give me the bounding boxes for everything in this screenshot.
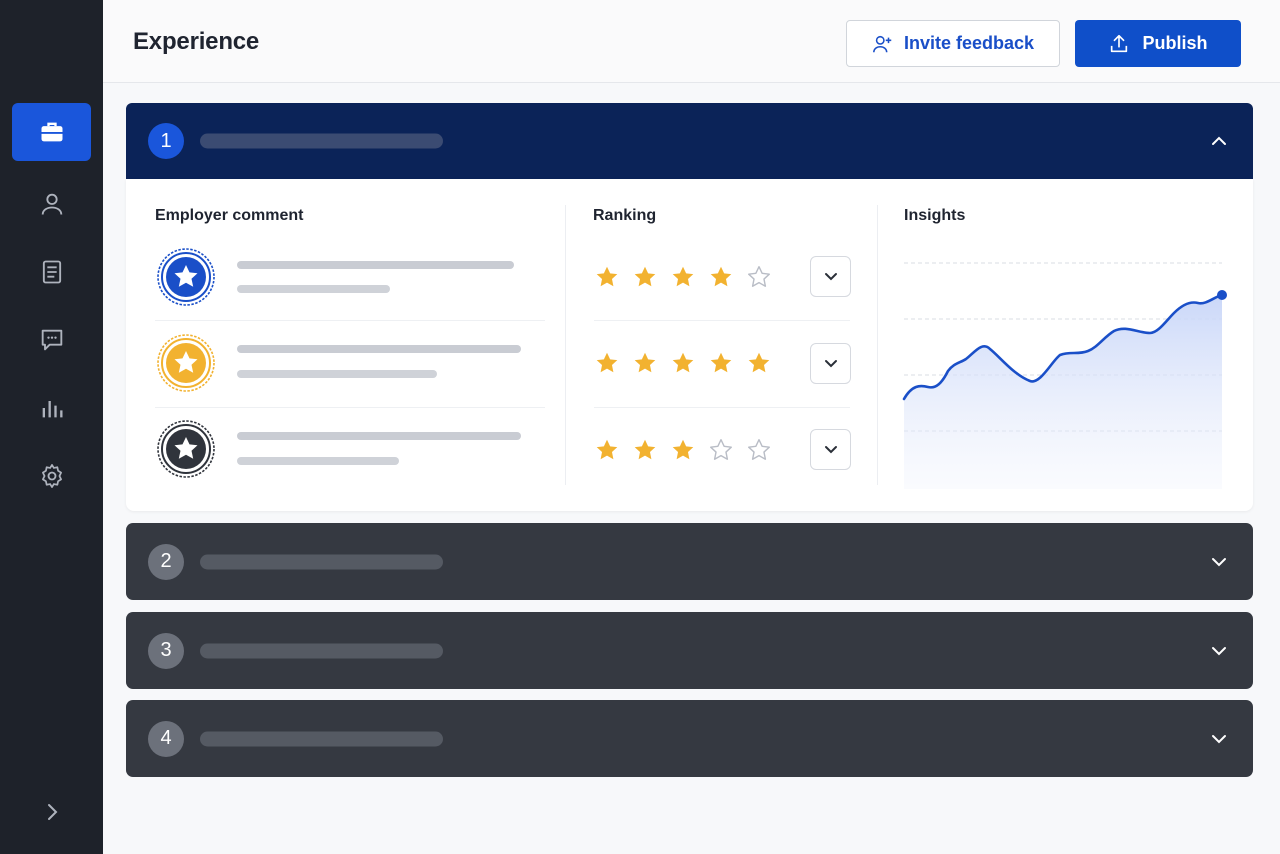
star-filled-icon[interactable]	[746, 350, 772, 376]
comment-line-placeholder	[237, 457, 399, 465]
sidebar-item-settings[interactable]	[12, 447, 91, 505]
section-4-header[interactable]: 4	[126, 700, 1253, 777]
section-number: 4	[148, 720, 184, 757]
star-empty-icon[interactable]	[746, 437, 772, 463]
insights-chart	[902, 262, 1227, 489]
gear-icon	[41, 464, 62, 488]
add-user-icon	[873, 35, 892, 52]
ranking-dropdown-button[interactable]	[810, 343, 851, 384]
sidebar-expand-button[interactable]	[37, 797, 67, 827]
blue-star-badge-icon	[157, 248, 215, 306]
chevron-down-icon[interactable]	[1207, 550, 1231, 574]
publish-button[interactable]: Publish	[1075, 20, 1241, 67]
comment-line-placeholder	[237, 285, 390, 293]
briefcase-icon	[41, 122, 62, 142]
insights-title: Insights	[904, 207, 966, 224]
ranking-dropdown-button[interactable]	[810, 429, 851, 470]
dark-star-badge-icon	[157, 420, 215, 478]
sidebar	[0, 0, 103, 854]
row-divider	[155, 320, 545, 321]
page-header: Experience Invite feedback Publish	[103, 0, 1280, 83]
section-2-header[interactable]: 2	[126, 523, 1253, 600]
star-rating[interactable]	[594, 264, 772, 290]
row-divider	[594, 407, 850, 408]
bar-chart-icon	[42, 401, 62, 418]
sidebar-item-documents[interactable]	[12, 243, 91, 301]
publish-label: Publish	[1142, 33, 1208, 53]
column-divider	[877, 205, 878, 485]
section-number: 3	[148, 632, 184, 669]
row-divider	[594, 320, 850, 321]
ranking-dropdown-button[interactable]	[810, 256, 851, 297]
section-title-placeholder	[200, 643, 443, 658]
section-number: 1	[148, 123, 184, 159]
row-divider	[155, 407, 545, 408]
gold-star-badge-icon	[157, 334, 215, 392]
section-title-placeholder	[200, 133, 443, 149]
ranking-title: Ranking	[593, 207, 657, 224]
star-filled-icon[interactable]	[708, 350, 734, 376]
sidebar-item-messages[interactable]	[12, 311, 91, 369]
invite-feedback-button[interactable]: Invite feedback	[846, 20, 1060, 67]
chevron-down-icon	[824, 359, 837, 367]
chevron-down-icon	[824, 445, 837, 453]
star-filled-icon[interactable]	[632, 350, 658, 376]
invite-feedback-label: Invite feedback	[903, 33, 1035, 53]
star-filled-icon[interactable]	[670, 264, 696, 290]
trend-area	[904, 295, 1222, 489]
section-1-body: Employer comment Ranking Insights	[126, 179, 1253, 511]
comment-line-placeholder	[237, 261, 514, 269]
star-filled-icon[interactable]	[708, 264, 734, 290]
star-rating[interactable]	[594, 437, 772, 463]
section-3-header[interactable]: 3	[126, 612, 1253, 689]
chevron-right-icon	[48, 804, 58, 820]
star-empty-icon[interactable]	[708, 437, 734, 463]
star-rating[interactable]	[594, 350, 772, 376]
comment-line-placeholder	[237, 370, 437, 378]
sidebar-item-profile[interactable]	[12, 175, 91, 233]
section-title-placeholder	[200, 554, 443, 569]
star-filled-icon[interactable]	[594, 437, 620, 463]
section-1-header[interactable]: 1	[126, 103, 1253, 179]
section-title-placeholder	[200, 731, 443, 746]
page-title: Experience	[133, 28, 260, 55]
star-empty-icon[interactable]	[746, 264, 772, 290]
chevron-up-icon[interactable]	[1207, 129, 1231, 153]
chevron-down-icon	[824, 272, 837, 280]
employer-comment-title: Employer comment	[155, 207, 304, 224]
upload-icon	[1111, 34, 1128, 52]
trend-endpoint	[1217, 290, 1227, 300]
user-icon	[41, 193, 62, 215]
document-icon	[42, 260, 61, 284]
star-filled-icon[interactable]	[632, 437, 658, 463]
star-filled-icon[interactable]	[594, 264, 620, 290]
star-filled-icon[interactable]	[632, 264, 658, 290]
star-filled-icon[interactable]	[670, 437, 696, 463]
sidebar-item-experience[interactable]	[12, 103, 91, 161]
star-filled-icon[interactable]	[670, 350, 696, 376]
sidebar-item-analytics[interactable]	[12, 379, 91, 437]
section-number: 2	[148, 543, 184, 580]
chevron-down-icon[interactable]	[1207, 639, 1231, 663]
comment-line-placeholder	[237, 432, 521, 440]
comment-line-placeholder	[237, 345, 521, 353]
star-filled-icon[interactable]	[594, 350, 620, 376]
chevron-down-icon[interactable]	[1207, 727, 1231, 751]
chat-icon	[41, 329, 62, 351]
column-divider	[565, 205, 566, 485]
